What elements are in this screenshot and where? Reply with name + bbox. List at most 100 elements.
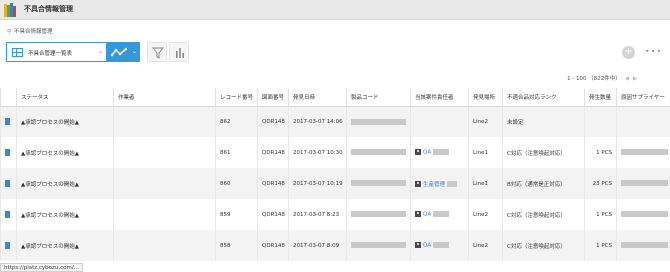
status-cell: ▲承認プロセスの開始▲ [16, 137, 114, 168]
record-number-cell: 859 [215, 199, 258, 230]
supplier-cell [616, 106, 670, 137]
found-datetime-cell: 2017-03-07 10:30 [288, 137, 347, 168]
redacted-block [351, 149, 406, 156]
breadcrumb[interactable]: ⚲ 不具合情報管理 [7, 27, 53, 35]
record-number-cell: 860 [215, 168, 258, 199]
column-header-drawing-number[interactable]: 図面番号 [257, 88, 289, 107]
breadcrumb-label: 不具合情報管理 [14, 29, 53, 35]
user-icon [415, 242, 421, 249]
view-selector-label: 不具合管理一覧表 [28, 51, 73, 57]
table-row[interactable]: ▲承認プロセスの開始▲ 858 QDR148 2017-03-07 8:09 Q… [0, 230, 670, 261]
record-detail-icon[interactable] [5, 118, 10, 126]
column-header-place[interactable]: 発見場所 [468, 88, 503, 107]
worker-cell [113, 230, 216, 261]
redacted-block [621, 211, 668, 218]
table-row[interactable]: ▲承認プロセスの開始▲ 862 QDR148 2017-03-07 14:06 … [0, 106, 670, 137]
drawing-number-cell: QDR148 [257, 106, 289, 137]
owner-link[interactable]: QA [423, 212, 431, 218]
prev-page-icon[interactable]: ◀ [625, 76, 629, 82]
worker-cell [113, 106, 216, 137]
owner-link[interactable]: 生産管理 [423, 182, 445, 188]
chevron-down-icon: ⌄ [98, 48, 104, 55]
supplier-cell [616, 168, 670, 199]
column-header-rank[interactable]: 不適合品対応ランク [502, 88, 585, 107]
column-header-quantity[interactable]: 発生数量 [584, 88, 617, 107]
filter-button[interactable] [147, 42, 167, 62]
worker-cell [113, 199, 216, 230]
quantity-cell: 1 PCS [584, 230, 617, 261]
redacted-block [351, 118, 406, 125]
owner-link[interactable]: QA [423, 150, 431, 156]
graph-settings-button[interactable] [169, 42, 189, 62]
table-row[interactable]: ▲承認プロセスの開始▲ 860 QDR148 2017-03-07 10:19 … [0, 168, 670, 199]
rank-cell: C対応（注意喚起対応） [502, 199, 585, 230]
app-title-bar: 不具合情報管理 [0, 0, 670, 20]
drawing-number-cell: QDR148 [257, 168, 289, 199]
record-number-cell: 858 [215, 230, 258, 261]
owner-cell: 生産管理 [410, 168, 469, 199]
table-row[interactable]: ▲承認プロセスの開始▲ 861 QDR148 2017-03-07 10:30 … [0, 137, 670, 168]
table-row[interactable]: ▲承認プロセスの開始▲ 859 QDR148 2017-03-07 8:23 Q… [0, 199, 670, 230]
pagination: 1 - 100 （822件中） ◀ ▶ [567, 74, 637, 82]
product-code-cell [346, 168, 411, 199]
quantity-cell [584, 106, 617, 137]
line-graph-icon [111, 47, 127, 57]
supplier-cell [616, 137, 670, 168]
bar-chart-icon [176, 48, 184, 58]
redacted-block [432, 149, 449, 156]
column-header-found-datetime[interactable]: 発見日時 [288, 88, 347, 107]
pagination-text: 1 - 100 （822件中） [567, 76, 621, 82]
column-header-supplier[interactable]: 原因サプライヤー [616, 88, 670, 107]
drawing-number-cell: QDR148 [257, 199, 289, 230]
status-cell: ▲承認プロセスの開始▲ [16, 168, 114, 199]
column-header-record-number[interactable]: レコード番号 [215, 88, 258, 107]
next-page-icon[interactable]: ▶ [633, 76, 637, 82]
record-detail-icon[interactable] [5, 242, 10, 249]
found-datetime-cell: 2017-03-07 10:19 [288, 168, 347, 199]
redacted-block [432, 211, 449, 218]
column-header-product-code[interactable]: 製品コード [346, 88, 411, 107]
place-cell: Line2 [468, 199, 503, 230]
place-cell: Line2 [468, 106, 503, 137]
filter-icon [152, 47, 164, 59]
record-detail-icon[interactable] [5, 149, 10, 156]
quantity-cell: 1 PCS [584, 199, 617, 230]
record-detail-icon[interactable] [5, 211, 10, 218]
status-cell: ▲承認プロセスの開始▲ [16, 106, 114, 137]
redacted-block [351, 242, 406, 249]
supplier-cell [616, 199, 670, 230]
found-datetime-cell: 2017-03-07 14:06 [288, 106, 347, 137]
record-number-cell: 862 [215, 106, 258, 137]
column-header-worker[interactable]: 作業者 [113, 88, 216, 107]
owner-link[interactable]: QA [423, 243, 431, 249]
record-detail-icon[interactable] [5, 180, 10, 187]
redacted-block [446, 181, 457, 187]
status-cell: ▲承認プロセスの開始▲ [16, 199, 114, 230]
add-record-button[interactable]: + [622, 46, 635, 59]
chevron-down-icon: ⌄ [132, 48, 138, 55]
view-selector[interactable]: 不具合管理一覧表 ⌄ [6, 42, 107, 62]
column-header-status[interactable]: ステータス [16, 88, 114, 107]
redacted-block [621, 242, 668, 249]
owner-cell [410, 106, 469, 137]
record-table: ステータス 作業者 レコード番号 図面番号 発見日時 製品コード 当該案件責任者… [0, 88, 670, 261]
rank-cell: C対応（注意喚起対応） [502, 230, 585, 261]
owner-cell: QA [410, 137, 469, 168]
user-icon [415, 211, 421, 218]
owner-cell: QA [410, 199, 469, 230]
redacted-block [432, 242, 449, 249]
place-cell: Line2 [468, 230, 503, 261]
graph-button[interactable]: ⌄ [107, 42, 140, 62]
table-header-row: ステータス 作業者 レコード番号 図面番号 発見日時 製品コード 当該案件責任者… [0, 88, 670, 107]
user-icon [415, 149, 421, 156]
column-header-owner[interactable]: 当該案件責任者 [410, 88, 469, 107]
place-cell: Line1 [468, 137, 503, 168]
status-bar-url: https://platz.cybozu.com/... [0, 263, 83, 272]
status-cell: ▲承認プロセスの開始▲ [16, 230, 114, 261]
place-cell: Line1 [468, 168, 503, 199]
drawing-number-cell: QDR148 [257, 230, 289, 261]
redacted-block [351, 180, 406, 187]
found-datetime-cell: 2017-03-07 8:23 [288, 199, 347, 230]
more-options-button[interactable]: ••• [645, 47, 662, 56]
product-code-cell [346, 230, 411, 261]
